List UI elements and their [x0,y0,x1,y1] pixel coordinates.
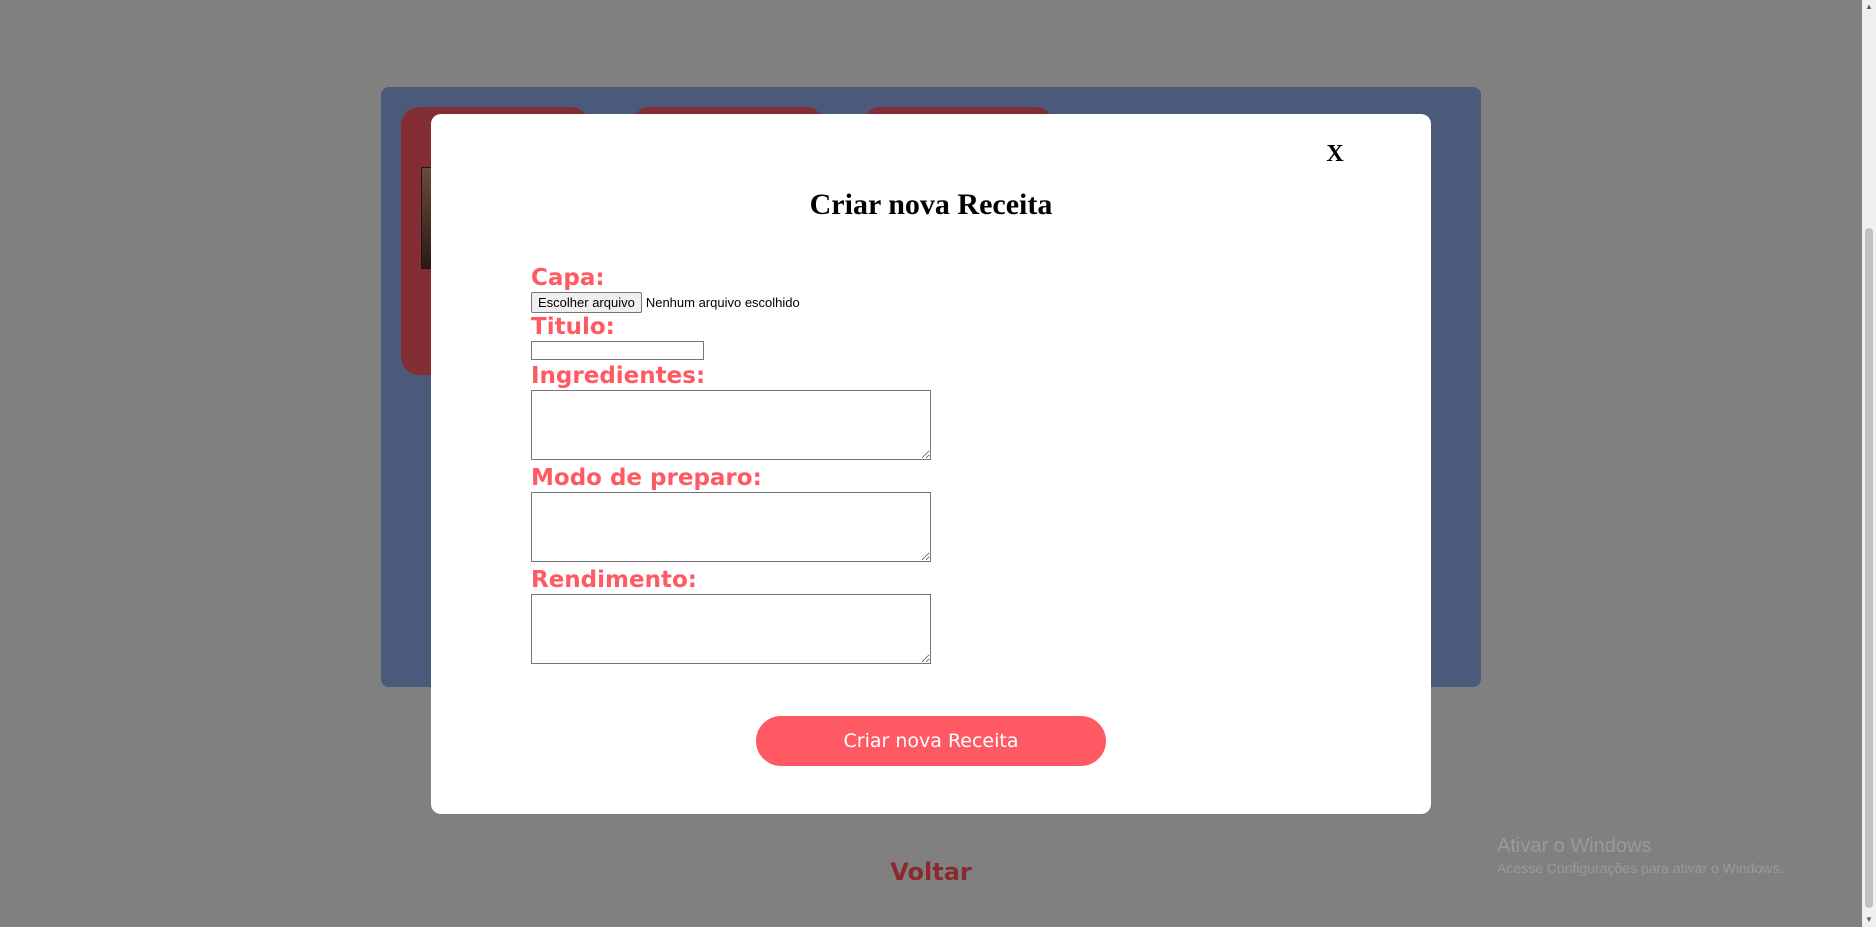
file-status-text: Nenhum arquivo escolhido [645,295,800,310]
vertical-scrollbar[interactable]: ▲ ▼ [1862,0,1876,927]
create-recipe-button[interactable]: Criar nova Receita [756,716,1106,766]
rendimento-label: Rendimento: [531,567,697,593]
create-recipe-modal: X Criar nova Receita Capa: Escolher arqu… [431,114,1431,814]
scroll-down-arrow-icon[interactable]: ▼ [1862,913,1876,927]
titulo-input[interactable] [531,341,704,360]
scroll-up-arrow-icon[interactable]: ▲ [1862,0,1876,14]
close-icon[interactable]: X [1320,139,1350,169]
capa-label: Capa: [531,265,605,291]
modal-title: Criar nova Receita [809,188,1053,221]
file-picker[interactable]: Escolher arquivo Nenhum arquivo escolhid… [531,292,1331,313]
watermark-subtitle: Acesse Configurações para ativar o Windo… [1497,860,1784,876]
modo-preparo-label: Modo de preparo: [531,465,762,491]
scrollbar-thumb[interactable] [1865,228,1873,908]
page-overlay: Voltar Ativar o Windows Acesse Configura… [0,0,1876,927]
windows-activation-watermark: Ativar o Windows Acesse Configurações pa… [1497,834,1783,878]
choose-file-button[interactable]: Escolher arquivo [531,292,642,313]
ingredientes-label: Ingredientes: [531,363,706,389]
titulo-label: Titulo: [531,314,615,340]
rendimento-textarea[interactable] [531,594,931,664]
watermark-title: Ativar o Windows [1497,835,1652,857]
modo-preparo-textarea[interactable] [531,492,931,562]
ingredientes-textarea[interactable] [531,390,931,460]
create-recipe-form: Capa: Escolher arquivo Nenhum arquivo es… [531,264,1331,664]
